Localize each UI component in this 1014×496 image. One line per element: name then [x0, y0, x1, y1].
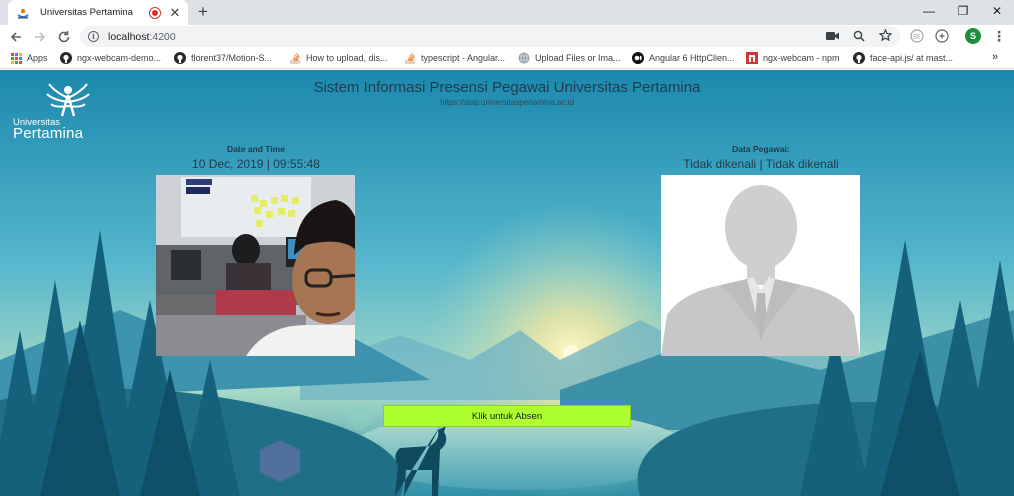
stackoverflow-icon	[289, 52, 301, 64]
stackoverflow-icon	[404, 52, 416, 64]
tab-title: Universitas Pertamina	[40, 7, 133, 18]
bookmark-label: Apps	[27, 53, 48, 63]
github-icon	[174, 52, 186, 64]
globe-icon	[518, 52, 530, 64]
zoom-icon[interactable]	[853, 30, 865, 42]
tab-strip: Universitas Pertamina ✕ + — ❐ ✕	[0, 0, 1014, 25]
restore-window-button[interactable]: ❐	[946, 0, 980, 22]
forest-landscape-background	[0, 70, 1014, 496]
camera-in-use-icon[interactable]	[826, 31, 839, 41]
close-tab-icon[interactable]: ✕	[168, 5, 182, 20]
bookmark-label: Angular 6 HttpClien...	[649, 53, 735, 63]
bookmarks-bar: Apps ngx-webcam-demo... florent37/Motion…	[0, 48, 1014, 69]
url-port: :4200	[149, 30, 176, 43]
reload-button[interactable]	[54, 27, 74, 47]
bookmark-item[interactable]: Upload Files or Ima...	[518, 51, 621, 65]
bookmark-item[interactable]: Angular 6 HttpClien...	[632, 51, 735, 65]
recording-indicator-icon	[150, 7, 160, 18]
svg-text:BE: BE	[913, 34, 921, 41]
bookmark-label: typescript - Angular...	[421, 53, 506, 63]
arrow-left-icon	[10, 32, 21, 42]
employee-photo-placeholder	[661, 175, 860, 356]
attendance-button[interactable]: Klik untuk Absen	[383, 405, 631, 427]
site-favicon-icon	[16, 6, 30, 20]
close-window-button[interactable]: ✕	[980, 0, 1014, 22]
browser-tab[interactable]: Universitas Pertamina ✕	[8, 0, 188, 25]
site-info-icon[interactable]: i	[88, 31, 99, 42]
browser-menu-icon[interactable]: ⋮	[992, 28, 1006, 44]
bookmark-label: face-api.js/ at mast...	[870, 53, 954, 63]
arrow-right-icon	[35, 32, 46, 42]
github-icon	[853, 52, 865, 64]
apps-grid-icon	[10, 52, 22, 64]
page-title: Sistem Informasi Presensi Pegawai Univer…	[313, 79, 701, 96]
more-bookmarks-icon[interactable]: »	[992, 51, 998, 63]
person-silhouette-icon	[661, 175, 860, 356]
forward-button[interactable]	[30, 27, 50, 47]
reload-icon	[58, 31, 70, 43]
bookmark-item[interactable]: How to upload, dis...	[289, 51, 388, 65]
bookmark-item[interactable]: face-api.js/ at mast...	[853, 51, 953, 65]
extension-icon[interactable]: BE	[909, 28, 925, 44]
datetime-value: 10 Dec, 2019 | 09:55:48	[192, 157, 320, 171]
page-url: https://siap.universitaspertamina.ac.id	[440, 98, 574, 107]
bookmark-item[interactable]: ngx-webcam-demo...	[60, 51, 161, 65]
bookmark-label: How to upload, dis...	[306, 53, 388, 63]
github-icon	[60, 52, 72, 64]
new-tab-button[interactable]: +	[193, 2, 213, 22]
employee-data-value: Tidak dikenali | Tidak dikenali	[683, 157, 839, 171]
npm-icon	[746, 52, 758, 64]
datetime-label: Date and Time	[227, 144, 285, 154]
back-button[interactable]	[6, 27, 26, 47]
bookmark-apps[interactable]: Apps	[10, 51, 48, 65]
logo-text-big: Pertamina	[13, 125, 84, 142]
bookmark-label: ngx-webcam-demo...	[77, 53, 162, 63]
bookmark-star-icon[interactable]	[879, 29, 892, 42]
bookmark-item[interactable]: florent37/Motion-S...	[174, 51, 272, 65]
bookmark-item[interactable]: typescript - Angular...	[404, 51, 505, 65]
url-host: localhost	[108, 30, 150, 43]
profile-avatar[interactable]: S	[965, 28, 981, 44]
webcam-preview	[156, 175, 355, 356]
bookmark-label: ngx-webcam - npm	[763, 53, 840, 63]
address-bar[interactable]: i localhost:4200	[80, 26, 900, 47]
bookmark-item[interactable]: ngx-webcam - npm	[746, 51, 840, 65]
browser-toolbar: i localhost:4200 BE	[0, 25, 1014, 48]
bookmark-label: florent37/Motion-S...	[191, 53, 273, 63]
bookmark-label: Upload Files or Ima...	[535, 53, 621, 63]
medium-icon	[632, 52, 644, 64]
minimize-window-button[interactable]: —	[912, 0, 946, 22]
extension-icon[interactable]	[934, 28, 950, 44]
page-content: Universitas Pertamina Sistem Informasi P…	[0, 70, 1014, 496]
employee-data-label: Data Pegawai:	[732, 144, 790, 154]
